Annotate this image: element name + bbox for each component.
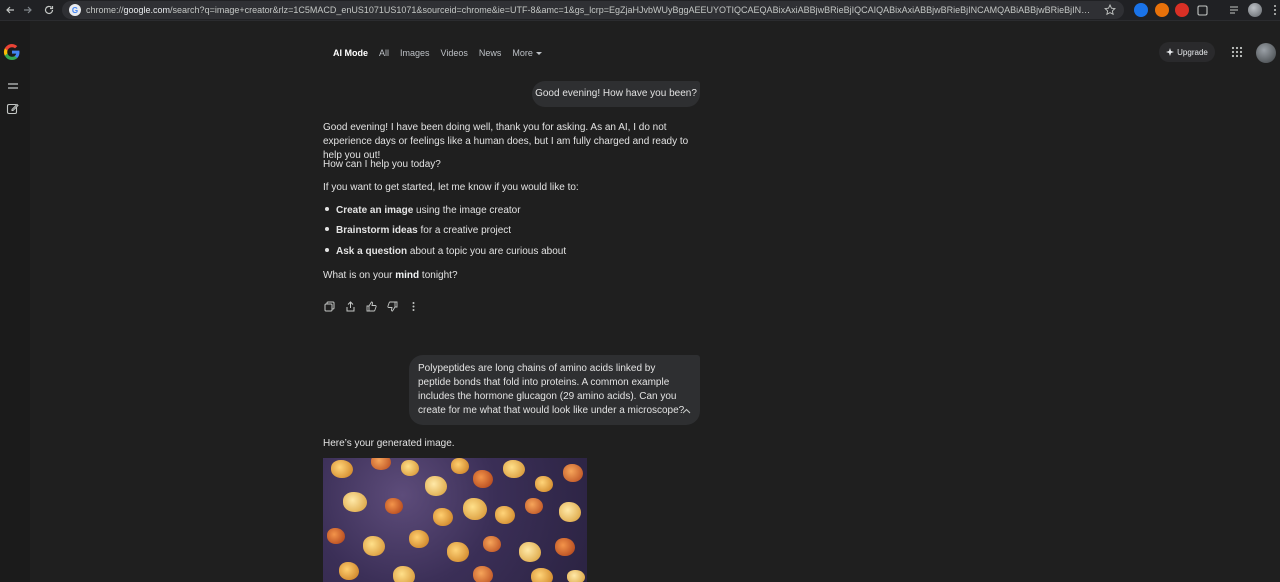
bullet: [325, 227, 329, 232]
tab-all[interactable]: All: [379, 46, 389, 60]
image-blob: [327, 528, 345, 544]
browser-toolbar: G chrome://google.com/search?q=image+cre…: [0, 0, 1280, 21]
image-blob: [385, 498, 403, 514]
user-message: Polypeptides are long chains of amino ac…: [409, 355, 700, 425]
extension-icon[interactable]: [1175, 3, 1189, 17]
profile-avatar-icon[interactable]: [1248, 3, 1262, 17]
tab-news[interactable]: News: [479, 46, 502, 60]
response-actions: [323, 300, 420, 314]
tab-more[interactable]: More: [512, 46, 542, 60]
image-blob: [525, 498, 543, 514]
bookmark-star-icon[interactable]: [1104, 4, 1116, 16]
search-mode-tabs: AI Mode All Images Videos News More: [333, 46, 553, 60]
forward-arrow-icon[interactable]: [20, 2, 36, 18]
image-blob: [519, 542, 541, 562]
image-blob: [535, 476, 553, 492]
image-blob: [563, 464, 583, 482]
image-blob: [447, 542, 469, 562]
image-blob: [555, 538, 575, 556]
tab-videos[interactable]: Videos: [441, 46, 468, 60]
google-logo-icon[interactable]: [3, 43, 21, 61]
upgrade-label: Upgrade: [1177, 47, 1208, 57]
image-blob: [495, 506, 515, 524]
tab-images[interactable]: Images: [400, 46, 430, 60]
image-blob: [425, 476, 447, 496]
chevron-up-icon[interactable]: [682, 408, 691, 414]
ai-response-paragraph: If you want to get started, let me know …: [323, 182, 579, 193]
image-blob: [331, 460, 353, 478]
image-blob: [401, 460, 419, 476]
svg-text:G: G: [72, 6, 78, 15]
image-blob: [483, 536, 501, 552]
reload-icon[interactable]: [41, 2, 57, 18]
address-bar[interactable]: G chrome://google.com/search?q=image+cre…: [62, 1, 1124, 19]
generated-image[interactable]: [323, 458, 587, 582]
list-item: Create an image using the image creator: [325, 204, 521, 218]
sparkle-icon: [1166, 48, 1175, 56]
new-chat-edit-icon[interactable]: [6, 102, 19, 115]
image-blob: [363, 536, 385, 556]
ai-response-paragraph: Good evening! I have been doing well, th…: [323, 122, 689, 161]
more-vert-icon[interactable]: [407, 300, 420, 313]
extension-icon[interactable]: [1134, 3, 1148, 17]
image-blob: [473, 566, 493, 582]
image-blob: [371, 458, 391, 470]
image-blob: [559, 502, 581, 522]
url-text: chrome://google.com/search?q=image+creat…: [86, 5, 1096, 15]
menu-icon[interactable]: [7, 81, 19, 91]
tab-ai-mode[interactable]: AI Mode: [333, 46, 368, 60]
image-blob: [473, 470, 493, 488]
bullet: [325, 248, 329, 253]
thumbs-up-icon[interactable]: [365, 300, 378, 313]
image-blob: [503, 460, 525, 478]
image-blob: [409, 530, 429, 548]
extensions-puzzle-icon[interactable]: [1196, 3, 1210, 17]
image-blob: [339, 562, 359, 580]
extension-icon[interactable]: [1155, 3, 1169, 17]
chevron-down-icon: [535, 52, 542, 56]
copy-icon[interactable]: [323, 300, 336, 313]
reading-list-icon[interactable]: [1228, 3, 1242, 17]
image-blob: [433, 508, 453, 526]
image-blob: [451, 458, 469, 474]
user-message: Good evening! How have you been?: [532, 81, 700, 107]
image-blob: [531, 568, 553, 582]
ai-response-paragraph: How can I help you today?: [323, 159, 441, 170]
browser-menu-icon[interactable]: [1268, 3, 1280, 17]
left-rail: [0, 21, 30, 582]
account-avatar[interactable]: [1256, 43, 1276, 63]
list-item: Brainstorm ideas for a creative project: [325, 224, 511, 238]
apps-grid-icon[interactable]: [1231, 46, 1243, 58]
back-arrow-icon[interactable]: [2, 2, 18, 18]
tab-more-label: More: [512, 48, 533, 58]
image-blob: [343, 492, 367, 512]
image-blob: [393, 566, 415, 582]
list-item: Ask a question about a topic you are cur…: [325, 245, 566, 259]
thumbs-down-icon[interactable]: [386, 300, 399, 313]
image-blob: [567, 570, 585, 582]
share-icon[interactable]: [344, 300, 357, 313]
ai-response-paragraph: What is on your mind tonight?: [323, 270, 458, 281]
upgrade-button[interactable]: Upgrade: [1159, 42, 1215, 62]
user-message-text: Polypeptides are long chains of amino ac…: [418, 363, 685, 416]
image-blob: [463, 498, 487, 520]
ai-response-paragraph: Here’s your generated image.: [323, 438, 455, 449]
google-favicon-icon: G: [69, 4, 81, 16]
bullet: [325, 207, 329, 212]
